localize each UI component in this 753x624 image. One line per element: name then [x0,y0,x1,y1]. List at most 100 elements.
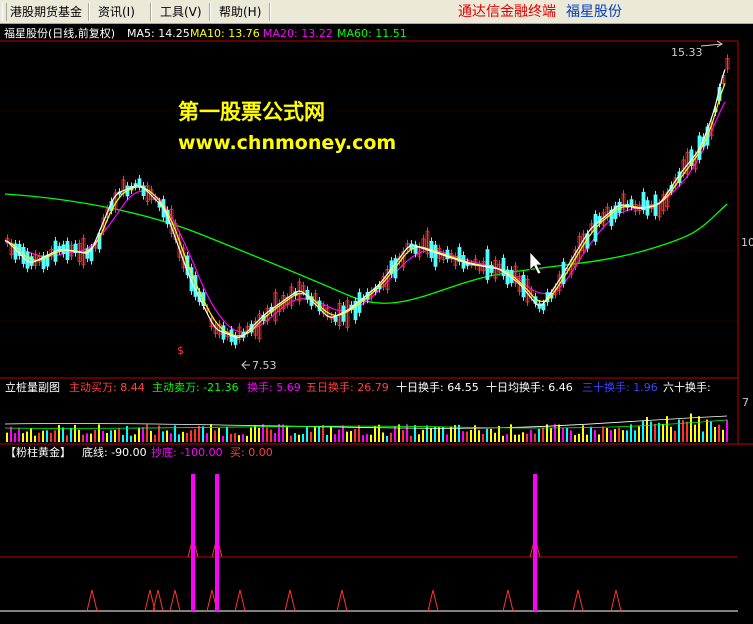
candle-body [485,249,490,280]
volume-bar [614,429,616,442]
buy-signal-spike [86,589,98,612]
volume-bar [286,425,288,442]
volume-bar [398,424,400,442]
turnover-60d-label: 六十换手: [663,381,711,394]
toolbar-grip [2,3,7,21]
volume-bar [678,419,680,442]
volume-bar [402,430,404,442]
candle-body [433,244,438,267]
buy-signal-spike [427,589,439,612]
volume-bar [418,434,420,442]
volume-bar [430,428,432,442]
volume-bar [314,427,316,442]
volume-bar [486,428,488,442]
volume-bar [394,426,396,442]
menu-item-tools[interactable]: 工具(V) [160,4,202,20]
volume-bar [370,434,372,442]
candlesticks[interactable] [5,54,730,349]
volume-bar [722,429,724,442]
volume-bar [478,430,480,442]
volume-bar [346,431,348,442]
volume-bar [210,424,212,442]
menu-item-hk-futures-funds[interactable]: 港股期货基金 [10,4,82,20]
volume-bar [202,426,204,442]
volume-bar [670,426,672,442]
high-price-label: 15.33 [671,46,703,59]
volume-bar [422,429,424,442]
volume-bar [46,430,48,442]
volume-bar [338,429,340,442]
volume-bar [382,432,384,442]
volume-bar [666,416,668,442]
volume-bar [122,434,124,442]
volume-bar [246,435,248,442]
bottom-buy-label: 抄底: -100.00 [151,446,223,459]
menu-item-help[interactable]: 帮助(H) [219,4,261,20]
menu-item-info[interactable]: 资讯(I) [98,4,135,20]
dividend-marker: $ [177,344,184,357]
indicator-panel-title: 【粉柱黄金】 [5,446,71,459]
volume-bar [290,435,292,442]
volume-bar [522,432,524,442]
low-price-label: 7.53 [252,359,277,372]
volume-bar [554,424,556,442]
volume-bar [446,434,448,442]
volume-bar [342,425,344,442]
volume-bar [206,433,208,442]
volume-bar [242,434,244,442]
volume-bar [534,433,536,442]
volume-bar [706,419,708,442]
volume-bar [510,424,512,442]
volume-bar [686,421,688,442]
menu-separator [209,3,211,21]
chart-area[interactable]: 福星股份(日线,前复权) MA5: 14.25 MA10: 13.76 MA20… [0,24,753,620]
volume-bar [450,426,452,442]
volume-buy-label: 主动买万: 8.44 [69,381,145,394]
volume-bar [18,427,20,442]
volume-bar [454,425,456,442]
volume-bar [618,427,620,442]
volume-bar [562,427,564,442]
buy-signal-spike [234,589,246,612]
volume-bar [526,433,528,442]
price-axis-label: 10 [741,236,753,249]
volume-bar [490,428,492,442]
volume-bars [4,413,728,442]
volume-bar [214,430,216,442]
volume-bar [718,424,720,442]
volume-bar [698,416,700,442]
buy-signal-spike [572,589,584,612]
volume-bar [194,429,196,442]
volume-bar [274,432,276,442]
volume-bar [654,423,656,442]
volume-bar [42,430,44,442]
volume-bar [714,426,716,442]
volume-bar [234,433,236,442]
volume-bar [442,426,444,442]
turnover-10d-label: 十日换手: 64.55 [396,381,479,394]
volume-bar [146,424,148,442]
menu-separator [269,3,271,21]
volume-bar [98,424,100,442]
volume-bar [542,427,544,442]
stock-chart-canvas[interactable] [0,24,753,620]
indicator-spikes [86,474,622,612]
volume-bar [558,424,560,442]
volume-bar [570,430,572,442]
volume-bar [602,426,604,442]
volume-bar [74,425,76,442]
volume-bar [66,435,68,442]
volume-bar [6,432,8,442]
volume-bar [362,435,364,442]
pink-signal-bar [533,474,537,611]
volume-bar [334,434,336,442]
mouse-cursor-icon [529,251,543,275]
volume-bar [494,432,496,442]
volume-axis-label: 7 [742,396,749,409]
volume-bar [170,433,172,442]
volume-bar [62,427,64,442]
candle-body [29,256,34,266]
volume-bar [134,434,136,442]
volume-bar [86,433,88,442]
current-stock-name[interactable]: 福星股份 [566,3,622,21]
